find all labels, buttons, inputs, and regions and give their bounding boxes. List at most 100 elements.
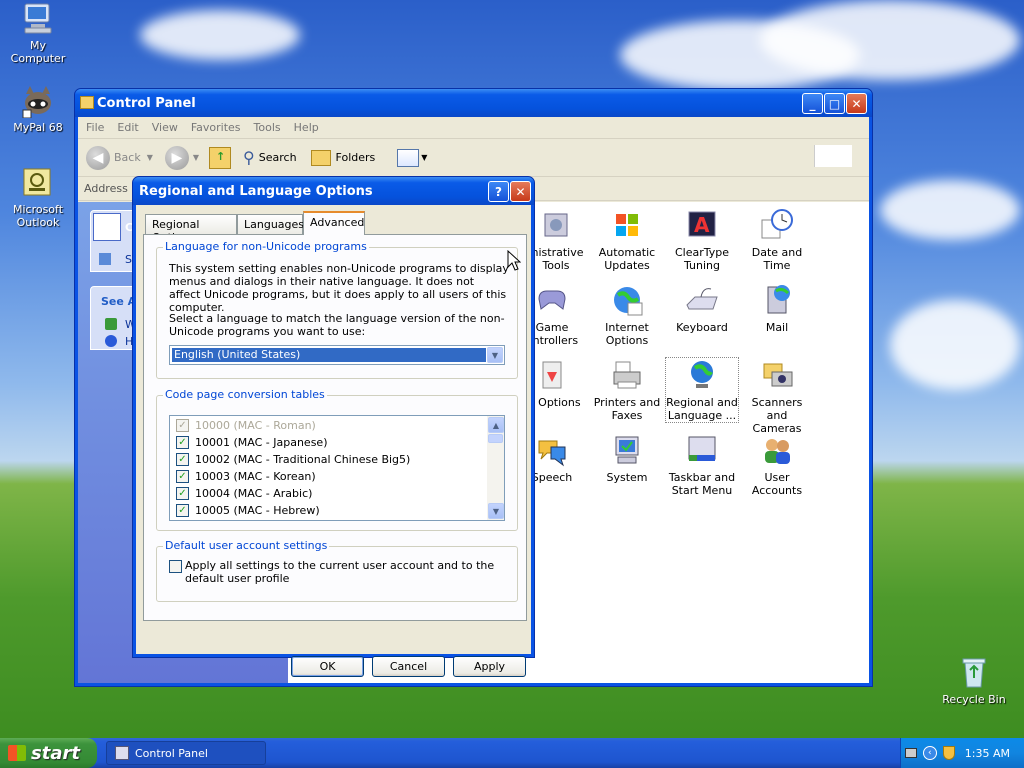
maximize-button[interactable]: □ (824, 93, 845, 114)
apply-all-label[interactable]: Apply all settings to the current user a… (185, 559, 505, 585)
cp-item-date-and-time[interactable]: Date and Time (741, 208, 813, 272)
start-button[interactable]: start (0, 738, 97, 768)
cp-item-cleartype-tuning[interactable]: A ClearType Tuning (666, 208, 738, 272)
cp-item-label: System (606, 471, 648, 484)
raccoon-icon (21, 84, 55, 119)
tab-advanced[interactable]: Advanced (303, 211, 365, 235)
dialog-titlebar[interactable]: Regional and Language Options ? ✕ (133, 177, 534, 205)
folders-icon[interactable] (310, 149, 331, 166)
cp-item-keyboard[interactable]: Keyboard (666, 283, 738, 334)
scroll-down-icon[interactable]: ▼ (488, 503, 504, 519)
list-item[interactable]: ✓ 10004 (MAC - Arabic) (176, 485, 312, 502)
list-item[interactable]: ✓ 10000 (MAC - Roman) (176, 417, 316, 434)
folder-icon (80, 96, 94, 109)
folders-button[interactable]: Folders (336, 151, 376, 164)
cp-item-label: Regional and Language ... (666, 396, 738, 422)
chevron-down-icon[interactable]: ▼ (147, 153, 153, 162)
chevron-down-icon[interactable]: ▼ (421, 153, 427, 162)
taskbar-button-label: Control Panel (135, 746, 208, 760)
scroll-up-icon[interactable]: ▲ (488, 417, 504, 433)
help-button[interactable]: ? (488, 181, 509, 202)
cp-item-system[interactable]: System (591, 433, 663, 484)
tab-regional-options[interactable]: Regional Options (145, 214, 237, 244)
taskbar-button-control-panel[interactable]: Control Panel (106, 741, 266, 765)
admin-tools-icon (539, 208, 573, 242)
desktop-icon-label: Recycle Bin (942, 693, 1006, 706)
desktop-icon-recycle-bin[interactable]: Recycle Bin (938, 656, 1010, 706)
dialog-close-button[interactable]: ✕ (510, 181, 531, 202)
menu-tools[interactable]: Tools (254, 121, 281, 134)
advanced-tab-panel: Language for non-Unicode programs This s… (143, 234, 527, 621)
cp-item-user-accounts[interactable]: User Accounts (741, 433, 813, 497)
minimize-button[interactable]: _ (802, 93, 823, 114)
default-user-group: Default user account settings Apply all … (156, 539, 518, 602)
checkbox[interactable]: ✓ (176, 470, 189, 483)
cp-item-scanners-and-cameras[interactable]: Scanners and Cameras (741, 358, 813, 435)
list-item[interactable]: ✓ 10001 (MAC - Japanese) (176, 434, 327, 451)
cp-item-taskbar-and-start-menu[interactable]: Taskbar and Start Menu (666, 433, 738, 497)
menu-edit[interactable]: Edit (117, 121, 138, 134)
ok-button[interactable]: OK (291, 656, 364, 677)
window-title: Control Panel (97, 95, 196, 111)
cp-item-printers-and-faxes[interactable]: Printers and Faxes (591, 358, 663, 422)
code-page-list[interactable]: ✓ 10000 (MAC - Roman) ✓ 10001 (MAC - Jap… (169, 415, 505, 521)
list-item[interactable]: ✓ 10003 (MAC - Korean) (176, 468, 316, 485)
desktop-icon-outlook[interactable]: Microsoft Outlook (2, 166, 74, 229)
checkbox[interactable]: ✓ (176, 436, 189, 449)
group-legend: Code page conversion tables (163, 388, 327, 401)
keyboard-icon (685, 283, 719, 317)
list-item-label: 10002 (MAC - Traditional Chinese Big5) (195, 453, 411, 466)
cp-item-label: Automatic Updates (598, 246, 656, 272)
list-scrollbar[interactable]: ▲ ▼ (487, 416, 504, 520)
desktop-icon-mypal[interactable]: MyPal 68 (2, 84, 74, 134)
cp-item-label: Internet Options (605, 321, 649, 347)
apply-all-checkbox[interactable] (169, 560, 182, 573)
cp-item-automatic-updates[interactable]: Automatic Updates (591, 208, 663, 272)
chevron-down-icon[interactable]: ▼ (193, 153, 199, 162)
scroll-thumb[interactable] (488, 434, 503, 443)
menu-favorites[interactable]: Favorites (191, 121, 241, 134)
list-item[interactable]: ✓ 10005 (MAC - Hebrew) (176, 502, 320, 519)
security-shield-icon[interactable] (942, 746, 955, 760)
windows-update-icon (105, 318, 117, 330)
menu-view[interactable]: View (152, 121, 178, 134)
menu-file[interactable]: File (86, 121, 104, 134)
non-unicode-language-select[interactable]: English (United States) ▼ (169, 345, 505, 365)
back-button[interactable]: Back (114, 151, 141, 164)
switch-view-link[interactable]: S (125, 253, 132, 266)
forward-arrow-icon[interactable]: ▶ (164, 145, 189, 170)
control-panel-icon (115, 746, 129, 760)
views-icon[interactable] (397, 148, 420, 167)
control-panel-icon (93, 213, 121, 241)
close-button[interactable]: ✕ (846, 93, 867, 114)
menu-help[interactable]: Help (294, 121, 319, 134)
list-item-label: 10005 (MAC - Hebrew) (195, 504, 320, 517)
cancel-button[interactable]: Cancel (372, 656, 445, 677)
windows-flag-icon (8, 745, 26, 761)
chevron-down-icon[interactable]: ▼ (487, 347, 503, 363)
clock[interactable]: 1:35 AM (965, 747, 1010, 760)
search-icon[interactable]: ⚲ (243, 148, 255, 167)
group-legend: Language for non-Unicode programs (163, 240, 369, 253)
checkbox[interactable]: ✓ (176, 453, 189, 466)
cp-item-internet-options[interactable]: Internet Options (591, 283, 663, 347)
up-folder-icon[interactable]: ↑ (209, 146, 232, 169)
checkbox[interactable]: ✓ (176, 487, 189, 500)
apply-button[interactable]: Apply (453, 656, 526, 677)
mail-icon (760, 283, 794, 317)
cp-item-regional-and-language[interactable]: Regional and Language ... (665, 357, 739, 423)
cp-item-label: User Accounts (751, 471, 803, 497)
tab-languages[interactable]: Languages (237, 214, 304, 234)
checkbox[interactable]: ✓ (176, 419, 189, 432)
tray-expand-icon[interactable]: ‹ (922, 746, 937, 760)
checkbox[interactable]: ✓ (176, 504, 189, 517)
cp-item-mail[interactable]: Mail (741, 283, 813, 334)
system-icon (610, 433, 644, 467)
list-item[interactable]: ✓ 10002 (MAC - Traditional Chinese Big5) (176, 451, 410, 468)
see-also-title[interactable]: See A (101, 295, 136, 308)
desktop-icon-my-computer[interactable]: My Computer (2, 2, 74, 65)
search-button[interactable]: Search (259, 151, 297, 164)
keyboard-tray-icon[interactable] (904, 748, 917, 758)
back-arrow-icon[interactable]: ◀ (86, 145, 110, 170)
control-panel-titlebar[interactable]: Control Panel _ □ ✕ (75, 89, 872, 117)
